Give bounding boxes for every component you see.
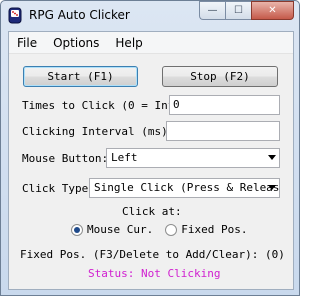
dice-cup-icon — [8, 7, 22, 24]
mouse-button-label: Mouse Button: — [22, 152, 109, 165]
menu-file[interactable]: File — [9, 32, 45, 54]
window-controls: — ☐ ✕ — [199, 1, 294, 20]
close-button[interactable]: ✕ — [251, 1, 294, 20]
menu-options[interactable]: Options — [45, 32, 107, 54]
fixed-pos-label: Fixed Pos. (F3/Delete to Add/Clear): (0) — [20, 248, 285, 261]
click-type-select[interactable]: Single Click (Press & Releas — [89, 178, 280, 198]
status-text: Status: Not Clicking — [88, 267, 221, 280]
title-bar[interactable]: RPG Auto Clicker — ☐ ✕ — [1, 1, 299, 31]
chevron-down-icon — [268, 155, 276, 160]
clicking-interval-label: Clicking Interval (ms): — [22, 125, 175, 138]
window-title: RPG Auto Clicker — [29, 8, 130, 22]
app-window: RPG Auto Clicker — ☐ ✕ File Options Help… — [0, 0, 300, 296]
radio-mouse-cursor[interactable] — [71, 223, 83, 236]
chevron-down-icon — [268, 185, 276, 190]
click-at-label: Click at: — [122, 205, 182, 218]
maximize-icon: ☐ — [234, 5, 243, 16]
menu-help[interactable]: Help — [107, 32, 150, 54]
times-to-click-label: Times to Click (0 = Infi — [22, 99, 181, 112]
stop-button[interactable]: Stop (F2) — [162, 66, 278, 87]
click-at-group: Mouse Cur. Fixed Pos. — [71, 223, 259, 236]
menu-bar: File Options Help — [9, 32, 293, 54]
clicking-interval-input[interactable] — [166, 121, 280, 141]
mouse-button-value: Left — [111, 151, 138, 164]
radio-mouse-cursor-label[interactable]: Mouse Cur. — [87, 223, 153, 236]
maximize-button[interactable]: ☐ — [225, 1, 251, 20]
times-to-click-input[interactable]: 0 — [169, 95, 280, 115]
radio-fixed-position-label[interactable]: Fixed Pos. — [181, 223, 247, 236]
mouse-button-select[interactable]: Left — [106, 148, 280, 168]
minimize-icon: — — [207, 5, 218, 16]
click-type-value: Single Click (Press & Releas — [94, 181, 280, 194]
minimize-button[interactable]: — — [199, 1, 225, 20]
radio-fixed-position[interactable] — [165, 223, 178, 236]
click-type-label: Click Type: — [22, 182, 95, 195]
close-icon: ✕ — [268, 5, 277, 16]
start-button[interactable]: Start (F1) — [23, 66, 138, 87]
client-area: File Options Help Start (F1) Stop (F2) T… — [8, 31, 294, 290]
